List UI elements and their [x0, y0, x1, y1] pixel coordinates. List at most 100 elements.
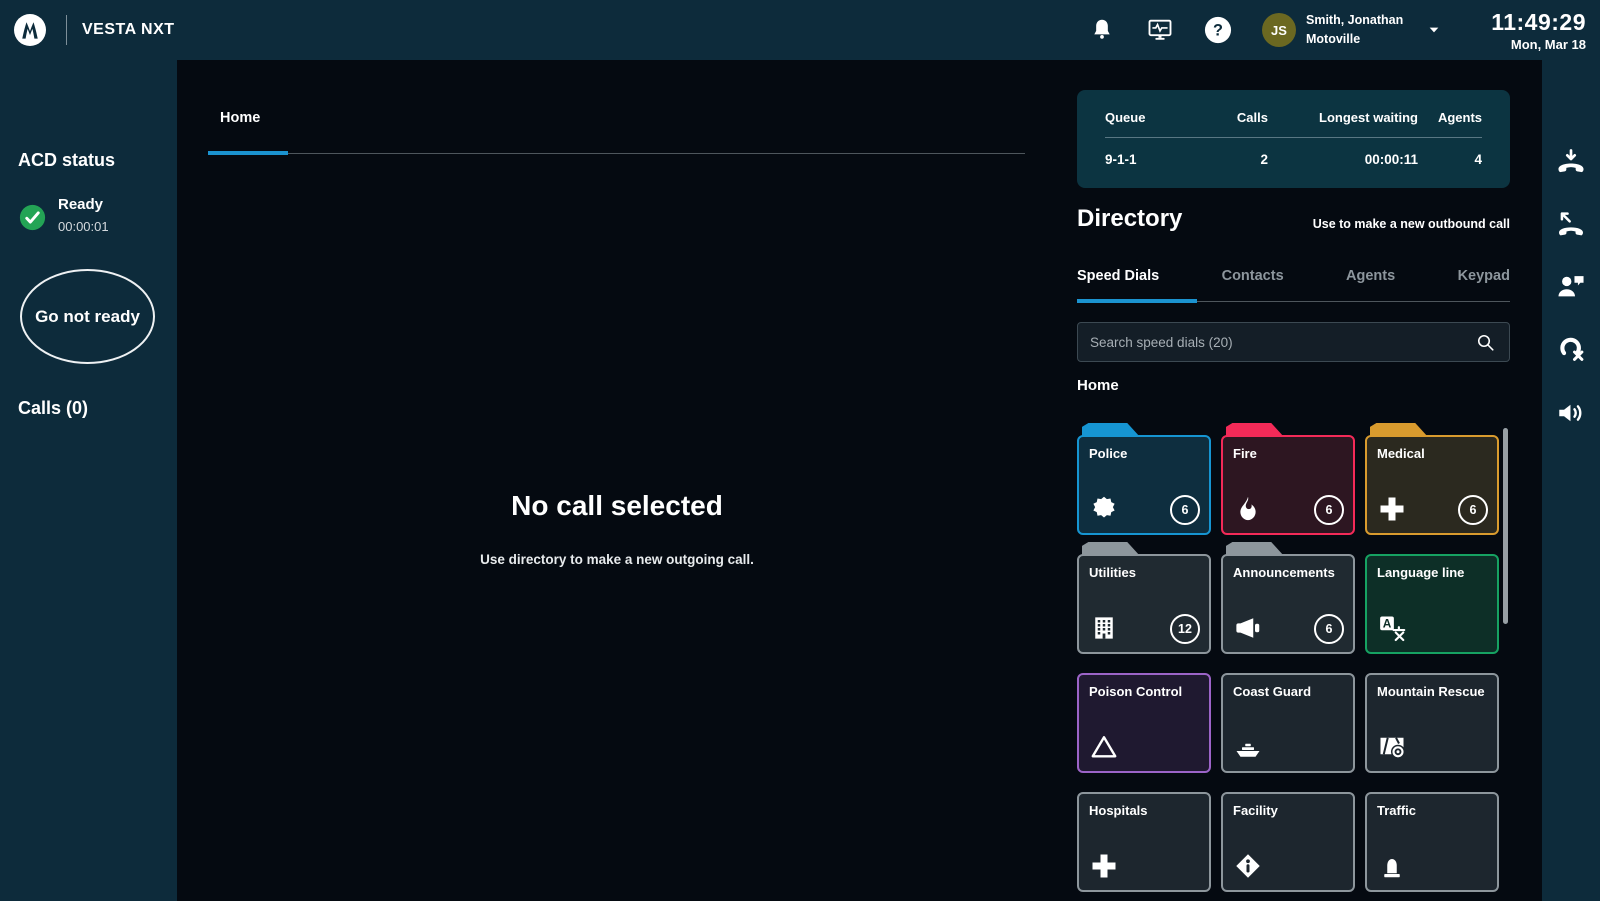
- directory-tab-active-indicator: [1077, 299, 1197, 303]
- dial-tile-traffic[interactable]: Traffic: [1365, 780, 1499, 892]
- folder-tile-utilities[interactable]: Utilities 12: [1077, 542, 1211, 654]
- dial-tile-mountain-rescue[interactable]: Mountain Rescue: [1365, 661, 1499, 773]
- top-bar: VESTA NXT ? JS Smith, Jonathan Motoville…: [0, 0, 1600, 60]
- end-call-icon[interactable]: [1555, 332, 1587, 364]
- folder-tile-announcements[interactable]: Announcements 6: [1221, 542, 1355, 654]
- no-call-empty-state: No call selected Use directory to make a…: [337, 490, 897, 567]
- monitor-status-icon[interactable]: [1146, 16, 1174, 44]
- tile-label: Coast Guard: [1233, 684, 1311, 699]
- speed-dial-grid: Police 6 Fire 6 Medical: [1077, 423, 1499, 892]
- search-input[interactable]: [1078, 335, 1475, 350]
- help-icon[interactable]: ?: [1204, 16, 1232, 44]
- queue-agents-cell: 4: [1418, 138, 1482, 167]
- tile-count-badge: 12: [1170, 614, 1200, 644]
- callback-icon[interactable]: [1555, 208, 1587, 240]
- empty-state-title: No call selected: [337, 490, 897, 522]
- folder-body: Poison Control: [1077, 673, 1211, 773]
- tile-label: Language line: [1377, 565, 1464, 580]
- acd-sidebar: ACD status Ready 00:00:01 Go not ready C…: [0, 60, 177, 901]
- tile-label: Hospitals: [1089, 803, 1148, 818]
- flame-icon: [1233, 494, 1263, 524]
- folder-body: Hospitals: [1077, 792, 1211, 892]
- building-icon: [1089, 613, 1119, 643]
- folder-body: Announcements 6: [1221, 554, 1355, 654]
- svg-text:?: ?: [1213, 22, 1223, 40]
- queue-status-card: Queue Calls Longest waiting Agents 9-1-1…: [1077, 90, 1510, 188]
- dial-tile-facility[interactable]: Facility: [1221, 780, 1355, 892]
- folder-body: Coast Guard: [1221, 673, 1355, 773]
- megaphone-icon: [1233, 613, 1263, 643]
- answer-call-icon[interactable]: [1555, 147, 1587, 179]
- folder-tile-medical[interactable]: Medical 6: [1365, 423, 1499, 535]
- dial-tile-coast-guard[interactable]: Coast Guard: [1221, 661, 1355, 773]
- folder-tile-police[interactable]: Police 6: [1077, 423, 1211, 535]
- tile-label: Utilities: [1089, 565, 1136, 580]
- queue-col-header: Agents: [1418, 110, 1482, 137]
- dial-tile-hospitals[interactable]: Hospitals: [1077, 780, 1211, 892]
- folder-body: Facility: [1221, 792, 1355, 892]
- agent-chat-icon[interactable]: [1555, 270, 1587, 302]
- directory-hint: Use to make a new outbound call: [1190, 217, 1510, 231]
- directory-tabs: Speed Dials Contacts Agents Keypad: [1077, 268, 1510, 284]
- folder-body: Utilities 12: [1077, 554, 1211, 654]
- acd-status-title: ACD status: [18, 150, 115, 171]
- directory-title: Directory: [1077, 205, 1182, 233]
- motorola-logo-icon: [14, 14, 46, 46]
- directory-scrollbar[interactable]: [1503, 428, 1508, 624]
- tile-label: Police: [1089, 446, 1127, 461]
- notifications-bell-icon[interactable]: [1088, 16, 1116, 44]
- tile-count-badge: 6: [1170, 495, 1200, 525]
- user-name-line2: Motoville: [1306, 30, 1416, 49]
- tab-agents[interactable]: Agents: [1346, 268, 1395, 284]
- clock-date: Mon, Mar 18: [1466, 37, 1586, 52]
- tile-label: Poison Control: [1089, 684, 1182, 699]
- vesta-nxt-app: VESTA NXT ? JS Smith, Jonathan Motoville…: [0, 0, 1600, 901]
- police-badge-icon: [1089, 494, 1119, 524]
- tile-label: Facility: [1233, 803, 1278, 818]
- tile-label: Medical: [1377, 446, 1425, 461]
- folder-tile-fire[interactable]: Fire 6: [1221, 423, 1355, 535]
- tab-contacts[interactable]: Contacts: [1222, 268, 1284, 284]
- medical-cross-icon: [1089, 851, 1119, 881]
- queue-col-header: Calls: [1206, 110, 1268, 137]
- ready-check-icon: [19, 204, 46, 231]
- queue-longest-waiting-cell: 00:00:11: [1268, 138, 1418, 167]
- app-title: VESTA NXT: [82, 0, 175, 60]
- medical-cross-icon: [1377, 494, 1407, 524]
- user-name: Smith, Jonathan Motoville: [1306, 11, 1416, 50]
- calls-title: Calls (0): [18, 398, 88, 419]
- empty-state-hint: Use directory to make a new outgoing cal…: [337, 552, 897, 567]
- user-name-line1: Smith, Jonathan: [1306, 11, 1416, 30]
- directory-group-label: Home: [1077, 377, 1119, 394]
- go-not-ready-button[interactable]: Go not ready: [20, 269, 155, 364]
- queue-header-divider: [1105, 137, 1482, 138]
- clock-time: 11:49:29: [1466, 9, 1586, 36]
- info-diamond-icon: [1233, 851, 1263, 881]
- tile-label: Mountain Rescue: [1377, 684, 1485, 699]
- tile-count-badge: 6: [1458, 495, 1488, 525]
- tile-count-badge: 6: [1314, 495, 1344, 525]
- folder-body: Mountain Rescue: [1365, 673, 1499, 773]
- boat-icon: [1233, 732, 1263, 762]
- folder-body: Traffic: [1365, 792, 1499, 892]
- folder-body: Police 6: [1077, 435, 1211, 535]
- tab-keypad[interactable]: Keypad: [1458, 268, 1510, 284]
- brand-divider: [66, 15, 67, 45]
- translate-icon: A: [1377, 613, 1407, 643]
- user-menu-chevron-down-icon[interactable]: [1426, 22, 1442, 38]
- dial-tile-poison-control[interactable]: Poison Control: [1077, 661, 1211, 773]
- svg-text:A: A: [1383, 617, 1392, 631]
- tab-home[interactable]: Home: [220, 110, 260, 126]
- siren-icon: [1377, 851, 1407, 881]
- tile-label: Fire: [1233, 446, 1257, 461]
- volume-icon[interactable]: [1555, 397, 1587, 429]
- user-avatar[interactable]: JS: [1262, 13, 1296, 47]
- queue-calls-cell: 2: [1206, 138, 1268, 167]
- dial-tile-language-line[interactable]: Language line A: [1365, 542, 1499, 654]
- tile-count-badge: 6: [1314, 614, 1344, 644]
- tile-label: Announcements: [1233, 565, 1335, 580]
- search-icon[interactable]: [1475, 332, 1496, 353]
- folder-body: Medical 6: [1365, 435, 1499, 535]
- tab-speed-dials[interactable]: Speed Dials: [1077, 268, 1159, 284]
- acd-state-timer: 00:00:01: [58, 219, 109, 234]
